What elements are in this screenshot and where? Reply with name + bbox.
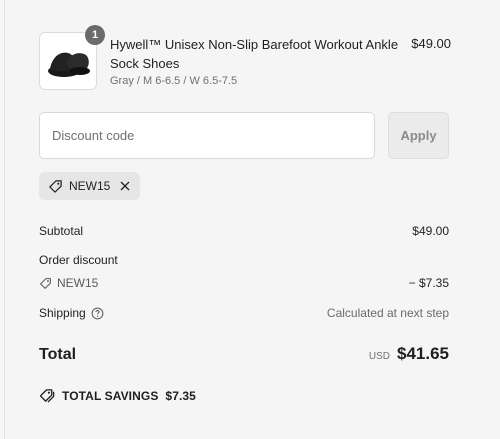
order-discount-code-group: NEW15 (39, 276, 98, 290)
savings-value: $7.35 (165, 388, 196, 403)
order-discount-detail-row: NEW15 − $7.35 (39, 276, 449, 292)
order-discount-value: − $7.35 (408, 276, 449, 290)
shipping-label: Shipping (39, 306, 86, 320)
subtotal-value: $49.00 (412, 224, 449, 238)
tag-icon (40, 277, 51, 289)
shipping-value: Calculated at next step (326, 306, 449, 320)
apply-button[interactable]: Apply (388, 112, 449, 159)
product-thumbnail: 1 (39, 25, 105, 90)
item-price: $49.00 (411, 36, 451, 51)
tag-icon (49, 179, 62, 193)
subtotal-label: Subtotal (39, 224, 84, 238)
total-savings: TOTAL SAVINGS $7.35 (39, 388, 196, 403)
subtotal-row: Subtotal $49.00 (39, 224, 449, 240)
total-value-group: USD $41.65 (369, 344, 449, 364)
currency-code: USD (368, 351, 390, 362)
item-variant: Gray / M 6-6.5 / W 6.5-7.5 (110, 75, 238, 87)
order-summary-panel: 1 Hywell™ Unisex Non-Slip Barefoot Worko… (4, 0, 500, 439)
total-row: Total USD $41.65 (39, 344, 449, 368)
applied-discount-code: NEW15 (69, 179, 111, 193)
order-discount-code: NEW15 (57, 276, 99, 290)
line-item: 1 Hywell™ Unisex Non-Slip Barefoot Worko… (39, 25, 451, 90)
discount-row: Apply (39, 112, 449, 160)
help-icon[interactable] (91, 307, 104, 320)
applied-discount-tag: NEW15 (39, 172, 140, 200)
order-discount-row: Order discount (39, 253, 449, 269)
savings-label: TOTAL SAVINGS (62, 388, 159, 403)
order-discount-label: Order discount (39, 253, 118, 267)
shoe-image (48, 52, 90, 77)
quantity-badge: 1 (85, 25, 105, 45)
discount-code-input[interactable] (39, 112, 375, 159)
item-info: Hywell™ Unisex Non-Slip Barefoot Workout… (110, 35, 400, 87)
shipping-label-group: Shipping (39, 306, 104, 320)
savings-tag-icon (39, 389, 55, 403)
total-amount: $41.65 (397, 344, 449, 363)
remove-discount-icon[interactable] (119, 180, 131, 192)
total-label: Total (39, 346, 77, 363)
item-title: Hywell™ Unisex Non-Slip Barefoot Workout… (110, 37, 399, 71)
shipping-row: Shipping Calculated at next step (39, 306, 449, 322)
